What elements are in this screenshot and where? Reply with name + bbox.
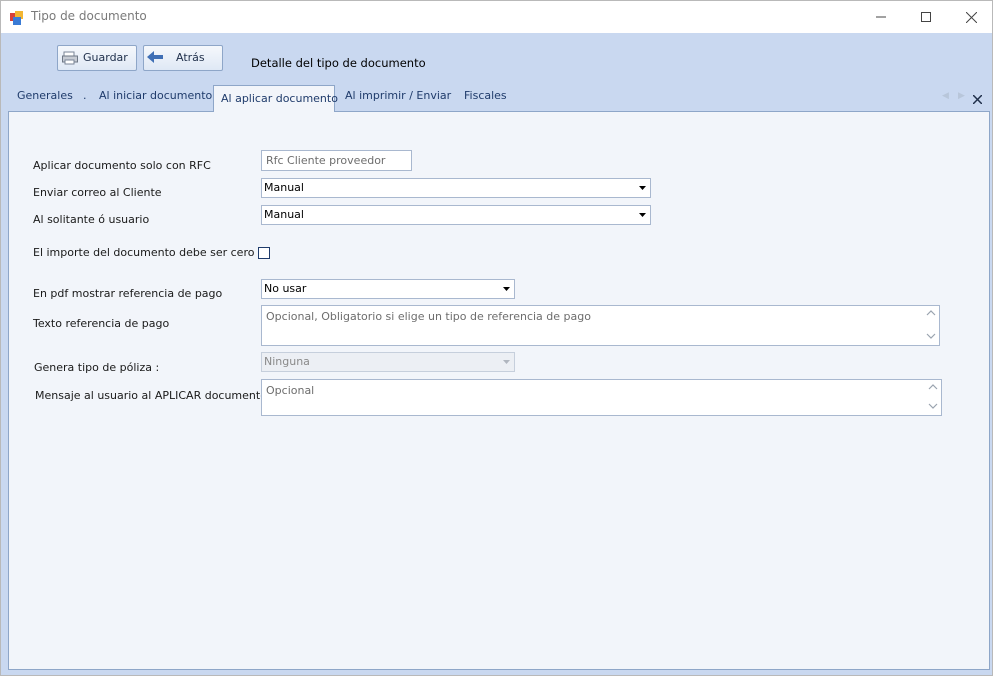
chevron-down-icon — [635, 206, 650, 224]
tab-al-imprimir-enviar[interactable]: Al imprimir / Enviar — [345, 89, 451, 102]
pdf-ref-value: No usar — [264, 282, 307, 295]
rfc-input[interactable]: Rfc Cliente proveedor — [261, 150, 412, 171]
detail-title: Detalle del tipo de documento — [251, 56, 426, 70]
chevron-down-icon — [499, 353, 514, 371]
tab-al-iniciar-documento[interactable]: Al iniciar documento — [99, 89, 212, 102]
ref-text-placeholder: Opcional, Obligatorio si elige un tipo d… — [266, 310, 591, 323]
zero-amount-label: El importe del documento debe ser cero — [33, 246, 255, 259]
email-client-select[interactable]: Manual — [261, 178, 651, 198]
policy-type-label: Genera tipo de póliza : — [34, 361, 160, 374]
tab-scroll-left-icon[interactable]: ◀ — [942, 91, 949, 101]
rfc-label: Aplicar documento solo con RFC — [33, 159, 211, 172]
close-icon — [965, 11, 977, 23]
window-title: Tipo de documento — [31, 9, 147, 23]
email-client-label: Enviar correo al Cliente — [33, 186, 162, 199]
save-button[interactable]: Guardar — [57, 45, 137, 71]
chevron-down-icon — [499, 280, 514, 298]
apply-msg-label: Mensaje al usuario al APLICAR documento — [35, 389, 267, 402]
policy-type-value: Ninguna — [264, 355, 310, 368]
tab-fiscales[interactable]: Fiscales — [464, 89, 507, 102]
requester-value: Manual — [264, 208, 304, 221]
maximize-icon — [921, 12, 931, 22]
requester-label: Al solitante ó usuario — [33, 213, 150, 226]
tab-strip: Generales . Al iniciar documento Al apli… — [1, 85, 992, 112]
policy-type-select[interactable]: Ninguna — [261, 352, 515, 372]
minimize-icon — [876, 12, 886, 22]
tab-separator[interactable]: . — [83, 89, 87, 102]
ref-text-textarea[interactable]: Opcional, Obligatorio si elige un tipo d… — [261, 305, 940, 346]
apply-msg-placeholder: Opcional — [266, 384, 315, 397]
tab-scroll-right-icon[interactable]: ▶ — [958, 91, 965, 101]
title-bar: Tipo de documento — [1, 1, 992, 33]
email-client-value: Manual — [264, 181, 304, 194]
toolbar: Guardar Atrás Detalle del tipo de docume… — [1, 33, 992, 85]
tab-panel-al-aplicar-documento: Aplicar documento solo con RFC Rfc Clien… — [8, 111, 990, 670]
tab-close-icon[interactable] — [972, 89, 983, 108]
tab-al-aplicar-documento-label: Al aplicar documento — [221, 92, 338, 105]
apply-msg-textarea[interactable]: Opcional — [261, 379, 942, 416]
save-button-label: Guardar — [83, 51, 128, 64]
pdf-ref-label: En pdf mostrar referencia de pago — [33, 287, 223, 300]
maximize-button[interactable] — [903, 1, 949, 33]
chevron-down-icon — [635, 179, 650, 197]
back-button[interactable]: Atrás — [143, 45, 223, 71]
tab-al-aplicar-documento[interactable]: Al aplicar documento — [213, 85, 338, 112]
ref-text-label: Texto referencia de pago — [33, 317, 170, 330]
zero-amount-checkbox[interactable] — [258, 247, 270, 259]
save-icon — [62, 51, 78, 68]
ref-text-scrollbar[interactable] — [923, 306, 939, 345]
close-window-button[interactable] — [948, 1, 994, 33]
back-button-label: Atrás — [176, 51, 205, 64]
pdf-ref-select[interactable]: No usar — [261, 279, 515, 299]
rfc-placeholder: Rfc Cliente proveedor — [266, 154, 386, 167]
requester-select[interactable]: Manual — [261, 205, 651, 225]
apply-msg-scrollbar[interactable] — [925, 380, 941, 415]
app-window: Tipo de documento Guardar Atrás Detalle … — [0, 0, 993, 676]
back-arrow-icon — [147, 50, 163, 67]
app-icon — [10, 10, 24, 25]
tab-generales[interactable]: Generales — [17, 89, 73, 102]
minimize-button[interactable] — [858, 1, 904, 33]
